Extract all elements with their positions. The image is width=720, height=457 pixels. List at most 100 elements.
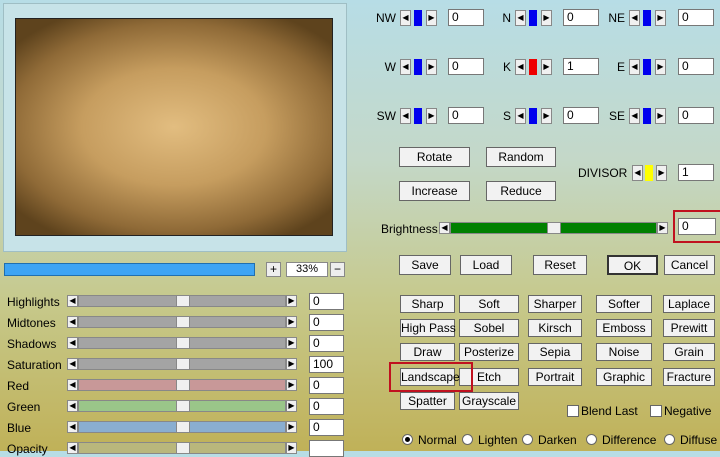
increase-button[interactable]: Increase: [399, 181, 470, 201]
brightness-thumb[interactable]: [547, 222, 561, 234]
preset-high-pass-button[interactable]: High Pass: [400, 319, 456, 337]
midtones-thumb[interactable]: [176, 316, 190, 328]
preset-grayscale-button[interactable]: Grayscale: [459, 392, 519, 410]
saturation-field[interactable]: 100: [309, 356, 344, 373]
red-right-arrow[interactable]: ▶: [286, 379, 297, 391]
brightness-right-arrow[interactable]: ▶: [657, 222, 668, 234]
preset-sepia-button[interactable]: Sepia: [528, 343, 582, 361]
saturation-thumb[interactable]: [176, 358, 190, 370]
random-button[interactable]: Random: [486, 147, 556, 167]
red-thumb[interactable]: [176, 379, 190, 391]
kernel-se-field[interactable]: 0: [678, 107, 714, 124]
brightness-field[interactable]: 0: [678, 218, 716, 235]
kernel-w-left-arrow[interactable]: ◀: [400, 59, 411, 75]
kernel-w-indicator[interactable]: [414, 59, 422, 75]
blue-left-arrow[interactable]: ◀: [67, 421, 78, 433]
kernel-e-right-arrow[interactable]: ▶: [655, 59, 666, 75]
opacity-left-arrow[interactable]: ◀: [67, 442, 78, 454]
kernel-k-left-arrow[interactable]: ◀: [515, 59, 526, 75]
zoom-out-button[interactable]: −: [330, 262, 345, 277]
kernel-e-field[interactable]: 0: [678, 58, 714, 75]
preset-laplace-button[interactable]: Laplace: [663, 295, 715, 313]
saturation-right-arrow[interactable]: ▶: [286, 358, 297, 370]
preset-noise-button[interactable]: Noise: [596, 343, 652, 361]
preset-graphic-button[interactable]: Graphic: [596, 368, 652, 386]
preset-draw-button[interactable]: Draw: [400, 343, 455, 361]
preset-prewitt-button[interactable]: Prewitt: [663, 319, 715, 337]
red-left-arrow[interactable]: ◀: [67, 379, 78, 391]
load-button[interactable]: Load: [460, 255, 512, 275]
negative-checkbox[interactable]: [650, 405, 662, 417]
midtones-field[interactable]: 0: [309, 314, 344, 331]
preset-sharp-button[interactable]: Sharp: [400, 295, 455, 313]
divisor-right-arrow[interactable]: ▶: [656, 165, 667, 181]
preset-sharper-button[interactable]: Sharper: [528, 295, 582, 313]
kernel-nw-right-arrow[interactable]: ▶: [426, 10, 437, 26]
kernel-nw-left-arrow[interactable]: ◀: [400, 10, 411, 26]
kernel-ne-left-arrow[interactable]: ◀: [629, 10, 640, 26]
shadows-field[interactable]: 0: [309, 335, 344, 352]
rotate-button[interactable]: Rotate: [399, 147, 470, 167]
shadows-thumb[interactable]: [176, 337, 190, 349]
blend-difference-radio[interactable]: [586, 434, 597, 445]
kernel-e-indicator[interactable]: [643, 59, 651, 75]
shadows-right-arrow[interactable]: ▶: [286, 337, 297, 349]
save-button[interactable]: Save: [399, 255, 451, 275]
kernel-nw-indicator[interactable]: [414, 10, 422, 26]
kernel-n-right-arrow[interactable]: ▶: [541, 10, 552, 26]
opacity-right-arrow[interactable]: ▶: [286, 442, 297, 454]
kernel-sw-indicator[interactable]: [414, 108, 422, 124]
green-thumb[interactable]: [176, 400, 190, 412]
saturation-left-arrow[interactable]: ◀: [67, 358, 78, 370]
kernel-ne-right-arrow[interactable]: ▶: [655, 10, 666, 26]
kernel-w-right-arrow[interactable]: ▶: [426, 59, 437, 75]
zoom-in-button[interactable]: +: [266, 262, 281, 277]
kernel-ne-indicator[interactable]: [643, 10, 651, 26]
divisor-left-arrow[interactable]: ◀: [632, 165, 643, 181]
preset-softer-button[interactable]: Softer: [596, 295, 652, 313]
kernel-sw-right-arrow[interactable]: ▶: [426, 108, 437, 124]
divisor-field[interactable]: 1: [678, 164, 714, 181]
preset-sobel-button[interactable]: Sobel: [459, 319, 519, 337]
highlights-right-arrow[interactable]: ▶: [286, 295, 297, 307]
opacity-thumb[interactable]: [176, 442, 190, 454]
green-left-arrow[interactable]: ◀: [67, 400, 78, 412]
reduce-button[interactable]: Reduce: [486, 181, 556, 201]
blend-last-checkbox[interactable]: [567, 405, 579, 417]
preset-portrait-button[interactable]: Portrait: [528, 368, 582, 386]
kernel-se-left-arrow[interactable]: ◀: [629, 108, 640, 124]
reset-button[interactable]: Reset: [533, 255, 587, 275]
kernel-k-indicator[interactable]: [529, 59, 537, 75]
shadows-left-arrow[interactable]: ◀: [67, 337, 78, 349]
brightness-left-arrow[interactable]: ◀: [439, 222, 450, 234]
kernel-s-left-arrow[interactable]: ◀: [515, 108, 526, 124]
kernel-n-left-arrow[interactable]: ◀: [515, 10, 526, 26]
blue-right-arrow[interactable]: ▶: [286, 421, 297, 433]
midtones-left-arrow[interactable]: ◀: [67, 316, 78, 328]
kernel-e-left-arrow[interactable]: ◀: [629, 59, 640, 75]
kernel-s-right-arrow[interactable]: ▶: [541, 108, 552, 124]
preset-posterize-button[interactable]: Posterize: [459, 343, 519, 361]
opacity-field[interactable]: [309, 440, 344, 457]
highlights-thumb[interactable]: [176, 295, 190, 307]
kernel-s-indicator[interactable]: [529, 108, 537, 124]
blend-diffuse-radio[interactable]: [664, 434, 675, 445]
kernel-se-indicator[interactable]: [643, 108, 651, 124]
preset-spatter-button[interactable]: Spatter: [400, 392, 455, 410]
kernel-sw-left-arrow[interactable]: ◀: [400, 108, 411, 124]
highlights-field[interactable]: 0: [309, 293, 344, 310]
blue-field[interactable]: 0: [309, 419, 344, 436]
preset-kirsch-button[interactable]: Kirsch: [528, 319, 582, 337]
blend-darken-radio[interactable]: [522, 434, 533, 445]
preset-emboss-button[interactable]: Emboss: [596, 319, 652, 337]
divisor-indicator[interactable]: [645, 165, 653, 181]
highlights-left-arrow[interactable]: ◀: [67, 295, 78, 307]
green-field[interactable]: 0: [309, 398, 344, 415]
ok-button[interactable]: OK: [607, 255, 658, 275]
midtones-right-arrow[interactable]: ▶: [286, 316, 297, 328]
kernel-se-right-arrow[interactable]: ▶: [655, 108, 666, 124]
green-right-arrow[interactable]: ▶: [286, 400, 297, 412]
blend-normal-radio[interactable]: [402, 434, 413, 445]
kernel-n-indicator[interactable]: [529, 10, 537, 26]
kernel-ne-field[interactable]: 0: [678, 9, 714, 26]
